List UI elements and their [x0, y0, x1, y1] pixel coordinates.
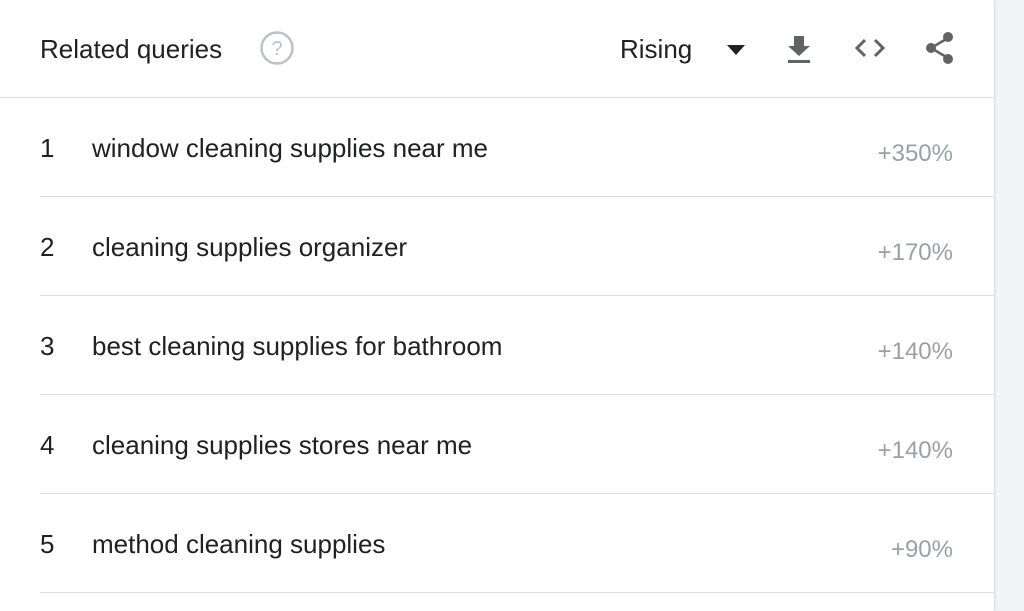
query-text[interactable]: method cleaning supplies [92, 528, 385, 560]
download-icon[interactable] [781, 30, 817, 66]
query-change-value: +350% [877, 140, 953, 167]
page: Related queries ? Rising 1 window cleani… [0, 0, 1024, 611]
query-rank: 2 [40, 232, 55, 262]
query-text[interactable]: cleaning supplies organizer [92, 231, 407, 263]
query-row[interactable]: 3 best cleaning supplies for bathroom +1… [40, 296, 994, 395]
query-row[interactable]: 5 method cleaning supplies +90% [40, 494, 994, 593]
query-row[interactable]: 2 cleaning supplies organizer +170% [40, 197, 994, 296]
query-text[interactable]: window cleaning supplies near me [92, 132, 488, 164]
card-header: Related queries ? Rising [0, 0, 994, 98]
query-row[interactable]: 1 window cleaning supplies near me +350% [40, 98, 994, 197]
query-change-value: +90% [890, 536, 953, 563]
share-icon[interactable] [922, 30, 958, 66]
related-queries-card: Related queries ? Rising 1 window cleani… [0, 0, 994, 611]
query-rank: 5 [40, 529, 55, 559]
query-change-value: +170% [877, 239, 953, 266]
help-circle-icon[interactable]: ? [259, 30, 295, 66]
query-text[interactable]: cleaning supplies stores near me [92, 429, 472, 461]
query-change-value: +140% [877, 338, 953, 365]
metric-selector-value: Rising [620, 34, 693, 64]
query-rank: 1 [40, 133, 55, 163]
embed-code-icon[interactable] [852, 30, 888, 66]
queries-list: 1 window cleaning supplies near me +350%… [40, 98, 994, 593]
chevron-down-icon [727, 45, 745, 55]
metric-selector[interactable]: Rising [620, 30, 750, 68]
query-change-value: +140% [877, 437, 953, 464]
card-title: Related queries [40, 34, 223, 64]
query-rank: 4 [40, 430, 55, 460]
query-text[interactable]: best cleaning supplies for bathroom [92, 330, 502, 362]
query-rank: 3 [40, 331, 55, 361]
svg-text:?: ? [271, 38, 282, 60]
query-row[interactable]: 4 cleaning supplies stores near me +140% [40, 395, 994, 494]
